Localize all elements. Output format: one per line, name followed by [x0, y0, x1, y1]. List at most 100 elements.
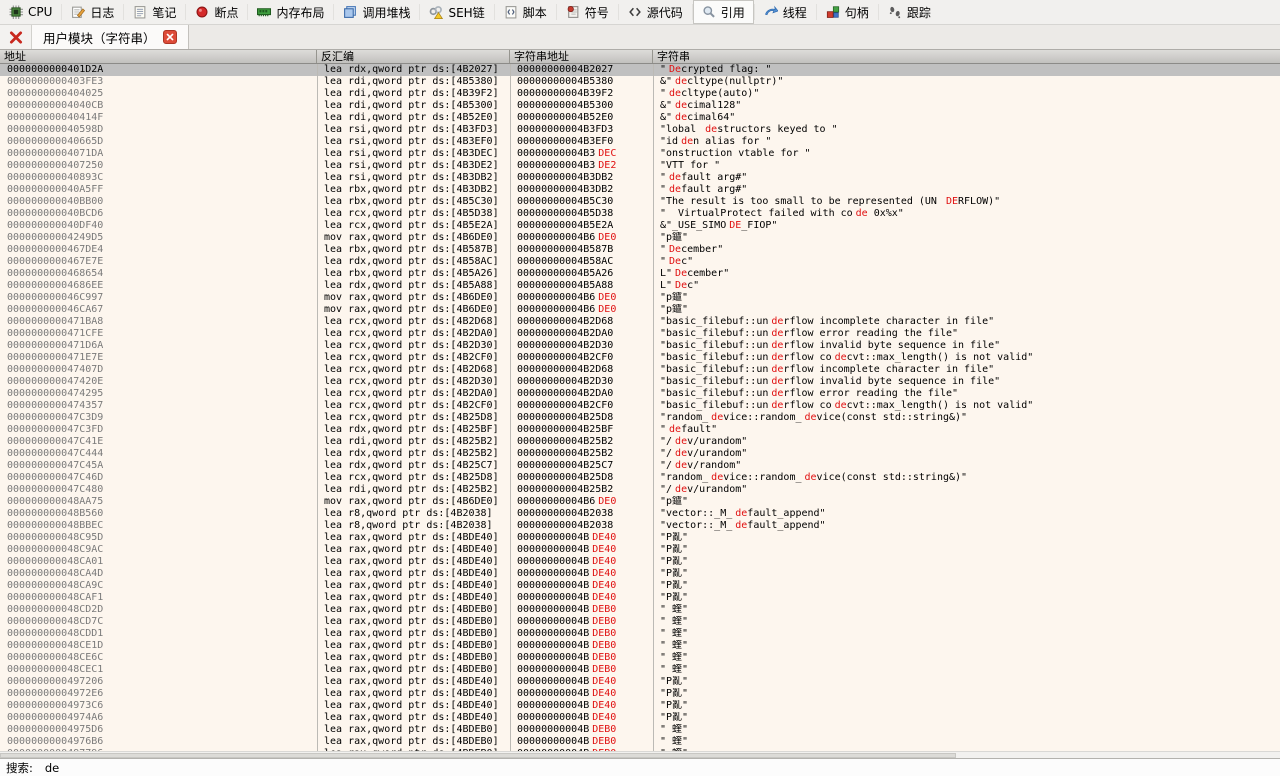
table-row[interactable]: 000000000048CA4Dlea rax,qword ptr ds:[4B… [0, 568, 1280, 580]
toolbar-button-seh-chain[interactable]: SEH链 [420, 0, 493, 24]
table-row[interactable]: 000000000047C3FDlea rdx,qword ptr ds:[4B… [0, 424, 1280, 436]
text-segment: L" [660, 268, 672, 279]
table-row[interactable]: 00000000004975D6lea rax,qword ptr ds:[4B… [0, 724, 1280, 736]
toolbar-button-handles[interactable]: 句柄 [817, 0, 878, 24]
table-row[interactable]: 0000000000474295lea rcx,qword ptr ds:[4B… [0, 388, 1280, 400]
table-row[interactable]: 0000000000471D6Alea rcx,qword ptr ds:[4B… [0, 340, 1280, 352]
table-row[interactable]: 000000000048C9AClea rax,qword ptr ds:[4B… [0, 544, 1280, 556]
table-row[interactable]: 00000000004249D5mov rax,qword ptr ds:[4B… [0, 232, 1280, 244]
table-row[interactable]: 0000000000468654lea rbx,qword ptr ds:[4B… [0, 268, 1280, 280]
table-row[interactable]: 000000000048CEC1lea rax,qword ptr ds:[4B… [0, 664, 1280, 676]
text-segment: "P亂" [660, 700, 688, 711]
table-row[interactable]: 0000000000497796lea rax,qword ptr ds:[4B… [0, 748, 1280, 751]
table-row[interactable]: 000000000047C41Elea rdi,qword ptr ds:[4B… [0, 436, 1280, 448]
search-match-highlight: de [735, 520, 747, 531]
table-row[interactable]: 0000000000403FE3lea rdi,qword ptr ds:[4B… [0, 76, 1280, 88]
search-match-highlight: DE40 [592, 580, 616, 591]
disassembly-cell: lea rdx,qword ptr ds:[4B5A88] [317, 280, 510, 292]
toolbar-button-cpu[interactable]: CPU [0, 0, 61, 24]
tab-user-modules-strings[interactable]: 用户模块（字符串） [32, 25, 189, 49]
column-divider [653, 64, 654, 751]
address-cell: 000000000048CAF1 [0, 592, 317, 604]
table-row[interactable]: 0000000000404025lea rdi,qword ptr ds:[4B… [0, 88, 1280, 100]
horizontal-scrollbar[interactable] [0, 751, 1280, 758]
table-row[interactable]: 0000000000407250lea rsi,qword ptr ds:[4B… [0, 160, 1280, 172]
table-row[interactable]: 00000000004974A6lea rax,qword ptr ds:[4B… [0, 712, 1280, 724]
table-row[interactable]: 000000000048CAF1lea rax,qword ptr ds:[4B… [0, 592, 1280, 604]
table-row[interactable]: 0000000000471CFElea rcx,qword ptr ds:[4B… [0, 328, 1280, 340]
text-segment: c" [681, 256, 693, 267]
toolbar-button-source[interactable]: 源代码 [619, 0, 692, 24]
disassembly-cell: lea rdx,qword ptr ds:[4B2027] [317, 64, 510, 76]
toolbar-button-memory-map[interactable]: 内存布局 [248, 0, 333, 24]
table-row[interactable]: 000000000048CD2Dlea rax,qword ptr ds:[4B… [0, 604, 1280, 616]
toolbar-button-references[interactable]: 引用 [693, 0, 754, 24]
source-icon [628, 5, 642, 19]
table-row[interactable]: 000000000040893Clea rsi,qword ptr ds:[4B… [0, 172, 1280, 184]
toolbar-button-symbols[interactable]: 符号 [557, 0, 618, 24]
table-row[interactable]: 000000000048CA9Clea rax,qword ptr ds:[4B… [0, 580, 1280, 592]
toolbar-button-script[interactable]: 脚本 [495, 0, 556, 24]
table-row[interactable]: 000000000046CA67mov rax,qword ptr ds:[4B… [0, 304, 1280, 316]
table-row[interactable]: 0000000000497206lea rax,qword ptr ds:[4B… [0, 676, 1280, 688]
table-row[interactable]: 000000000048C95Dlea rax,qword ptr ds:[4B… [0, 532, 1280, 544]
string-cell: L"December" [653, 268, 1280, 280]
table-row[interactable]: 000000000040DF40lea rcx,qword ptr ds:[4B… [0, 220, 1280, 232]
search-match-highlight: De [669, 244, 681, 255]
table-row[interactable]: 0000000000471BA8lea rcx,qword ptr ds:[4B… [0, 316, 1280, 328]
table-row[interactable]: 000000000048CDD1lea rax,qword ptr ds:[4B… [0, 628, 1280, 640]
table-row[interactable]: 000000000048CE1Dlea rax,qword ptr ds:[4B… [0, 640, 1280, 652]
table-row[interactable]: 000000000048CD7Clea rax,qword ptr ds:[4B… [0, 616, 1280, 628]
search-match-highlight: de [705, 124, 717, 135]
toolbar-button-trace[interactable]: 跟踪 [879, 0, 940, 24]
table-row[interactable]: 000000000040414Flea rdi,qword ptr ds:[4B… [0, 112, 1280, 124]
table-row[interactable]: 000000000047C3D9lea rcx,qword ptr ds:[4B… [0, 412, 1280, 424]
table-row[interactable]: 000000000040A5FFlea rbx,qword ptr ds:[4B… [0, 184, 1280, 196]
table-row[interactable]: 000000000048CE6Clea rax,qword ptr ds:[4B… [0, 652, 1280, 664]
table-row[interactable]: 000000000047407Dlea rcx,qword ptr ds:[4B… [0, 364, 1280, 376]
table-row[interactable]: 000000000048B560lea r8,qword ptr ds:[4B2… [0, 508, 1280, 520]
table-row[interactable]: 000000000047C46Dlea rcx,qword ptr ds:[4B… [0, 472, 1280, 484]
disassembly-cell: lea rcx,qword ptr ds:[4B2CF0] [317, 400, 510, 412]
table-row[interactable]: 00000000004972E6lea rax,qword ptr ds:[4B… [0, 688, 1280, 700]
table-row[interactable]: 00000000004973C6lea rax,qword ptr ds:[4B… [0, 700, 1280, 712]
table-row[interactable]: 00000000004976B6lea rax,qword ptr ds:[4B… [0, 736, 1280, 748]
toolbar-button-log[interactable]: 日志 [62, 0, 123, 24]
table-row[interactable]: 000000000040BCD6lea rcx,qword ptr ds:[4B… [0, 208, 1280, 220]
table-row[interactable]: 00000000004071DAlea rsi,qword ptr ds:[4B… [0, 148, 1280, 160]
text-segment: crypted flag: " [681, 64, 771, 75]
toolbar-button-breakpoints[interactable]: 断点 [186, 0, 247, 24]
string-cell: &"decimal128" [653, 100, 1280, 112]
table-row[interactable]: 0000000000401D2Alea rdx,qword ptr ds:[4B… [0, 64, 1280, 76]
table-row[interactable]: 000000000047C45Alea rdx,qword ptr ds:[4B… [0, 460, 1280, 472]
table-row[interactable]: 000000000040598Dlea rsi,qword ptr ds:[4B… [0, 124, 1280, 136]
toolbar-button-call-stack[interactable]: 调用堆栈 [334, 0, 419, 24]
table-row[interactable]: 0000000000467E7Elea rdx,qword ptr ds:[4B… [0, 256, 1280, 268]
table-row[interactable]: 000000000040BB00lea rbx,qword ptr ds:[4B… [0, 196, 1280, 208]
table-row[interactable]: 000000000047C480lea rdi,qword ptr ds:[4B… [0, 484, 1280, 496]
table-row[interactable]: 000000000047420Elea rcx,qword ptr ds:[4B… [0, 376, 1280, 388]
toolbar-button-threads[interactable]: 线程 [755, 0, 816, 24]
table-row[interactable]: 000000000047C444lea rdx,qword ptr ds:[4B… [0, 448, 1280, 460]
close-all-button[interactable] [0, 25, 32, 49]
search-match-highlight: de [675, 76, 687, 87]
toolbar-button-notes[interactable]: 笔记 [124, 0, 185, 24]
table-row[interactable]: 000000000046C997mov rax,qword ptr ds:[4B… [0, 292, 1280, 304]
table-row[interactable]: 0000000000471E7Elea rcx,qword ptr ds:[4B… [0, 352, 1280, 364]
disassembly-cell: lea rdi,qword ptr ds:[4B25B2] [317, 484, 510, 496]
string-cell: L"Dec" [653, 280, 1280, 292]
table-row[interactable]: 000000000048BBEClea r8,qword ptr ds:[4B2… [0, 520, 1280, 532]
search-bar[interactable]: 搜索: de [0, 758, 1280, 776]
table-row[interactable]: 00000000004686EElea rdx,qword ptr ds:[4B… [0, 280, 1280, 292]
disassembly-cell: lea rdi,qword ptr ds:[4B25B2] [317, 436, 510, 448]
table-row[interactable]: 000000000040665Dlea rsi,qword ptr ds:[4B… [0, 136, 1280, 148]
table-row[interactable]: 0000000000467DE4lea rbx,qword ptr ds:[4B… [0, 244, 1280, 256]
tab-close-button[interactable] [163, 30, 177, 44]
table-row[interactable]: 000000000048AA75mov rax,qword ptr ds:[4B… [0, 496, 1280, 508]
table-row[interactable]: 000000000048CA01lea rax,qword ptr ds:[4B… [0, 556, 1280, 568]
table-row[interactable]: 00000000004040CBlea rdi,qword ptr ds:[4B… [0, 100, 1280, 112]
string-cell: &"decimal64" [653, 112, 1280, 124]
address-cell: 000000000048CEC1 [0, 664, 317, 676]
table-row[interactable]: 0000000000474357lea rcx,qword ptr ds:[4B… [0, 400, 1280, 412]
disassembly-cell: lea rax,qword ptr ds:[4BDE40] [317, 592, 510, 604]
